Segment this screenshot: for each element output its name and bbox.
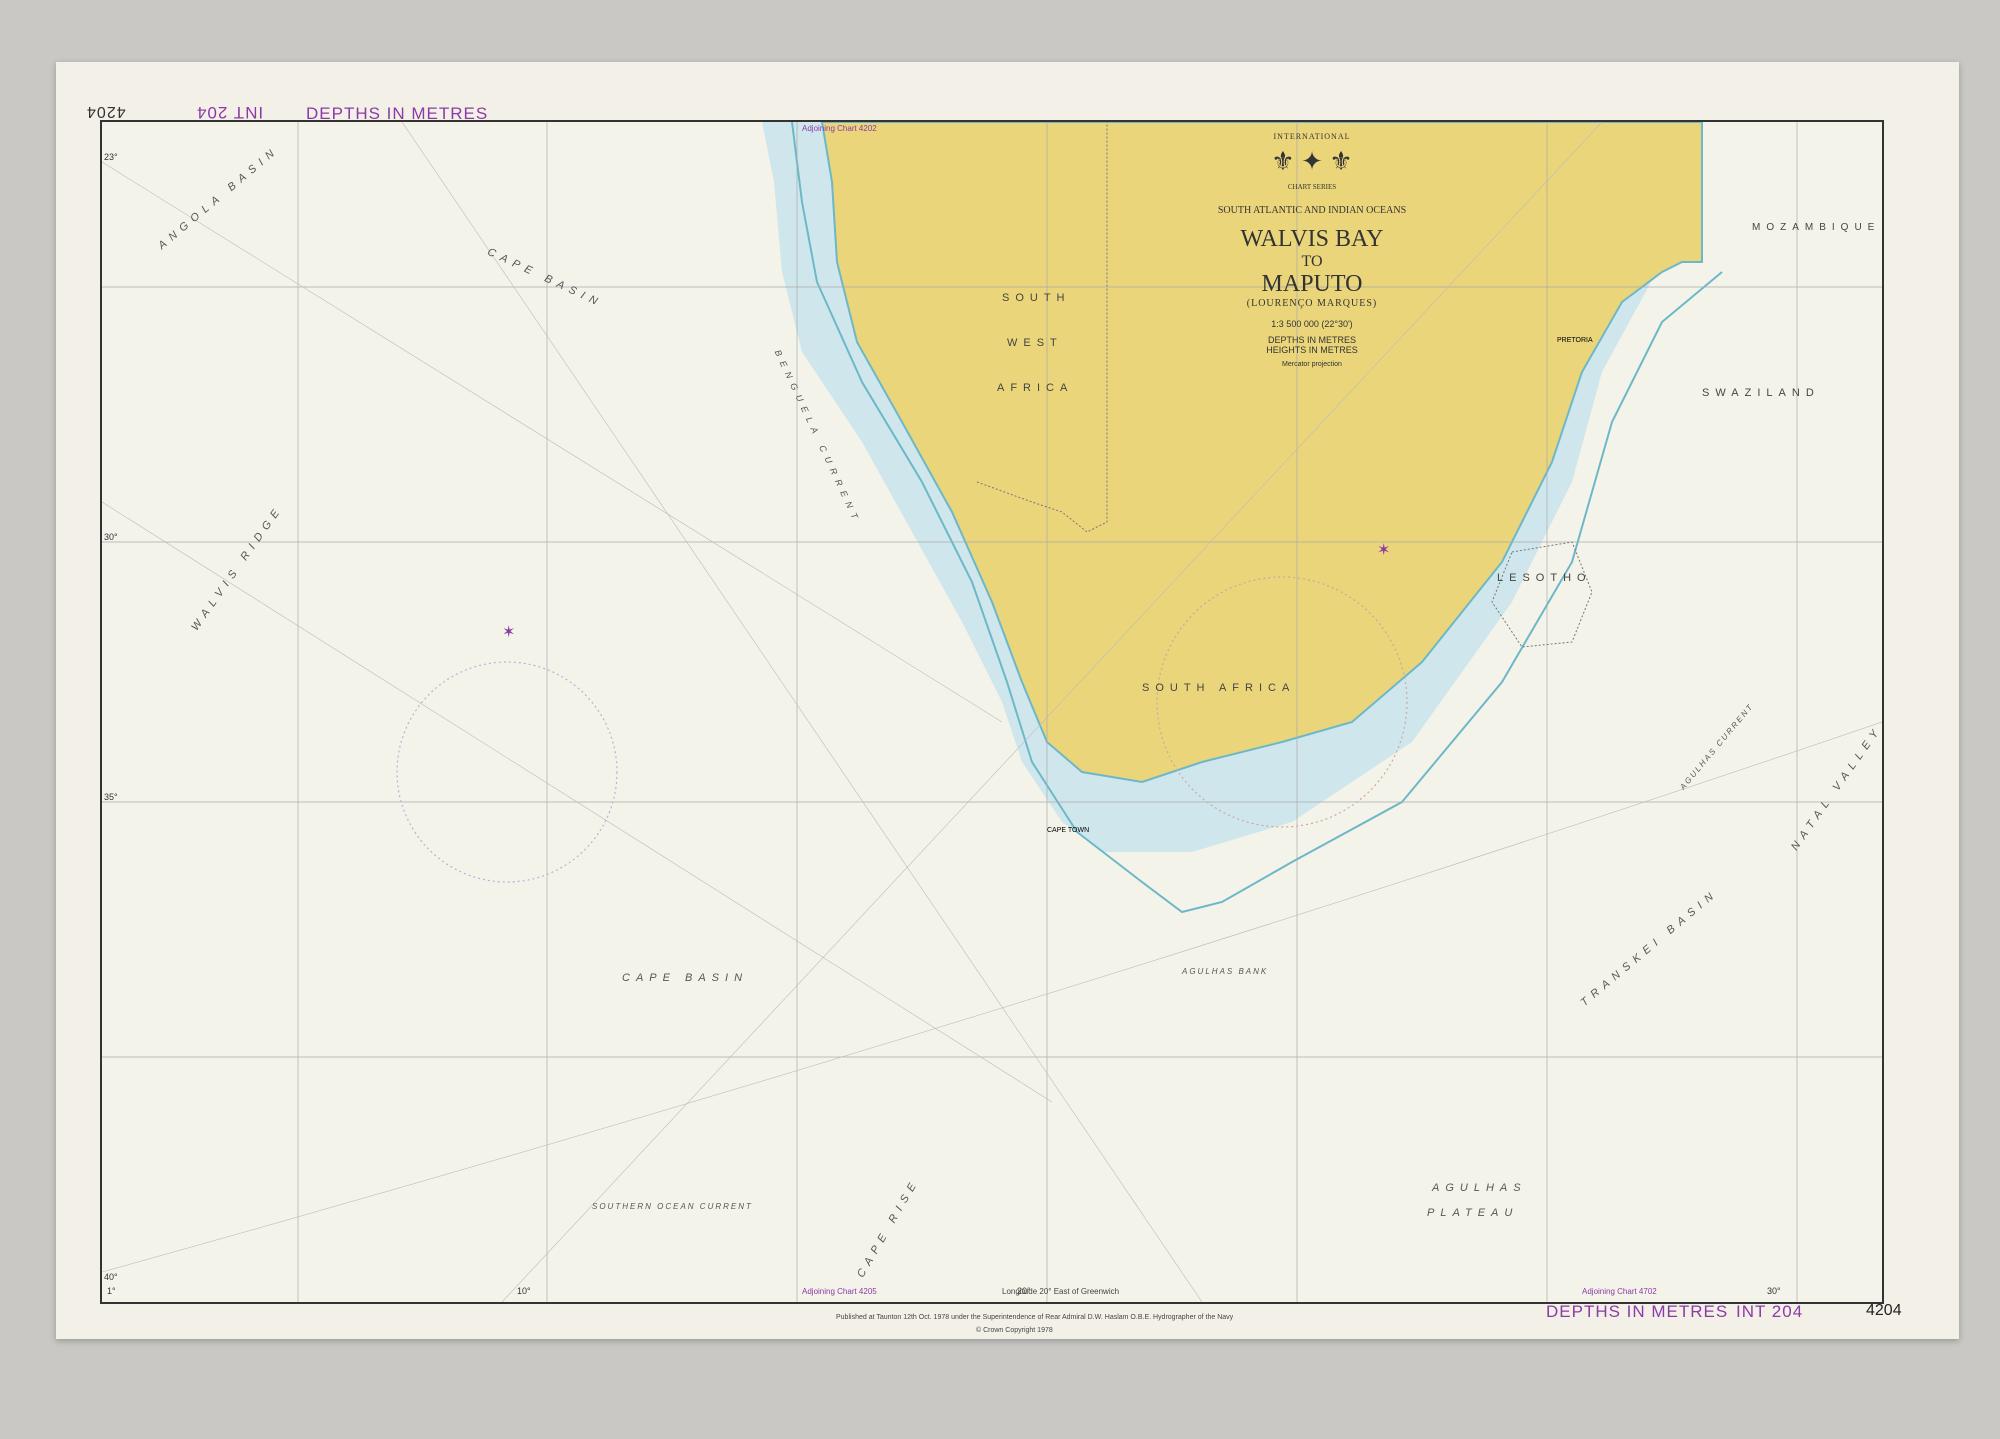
map-canvas [102,122,1882,1302]
lon-label-10: 10° [517,1286,531,1296]
chart-number-footer: 4204 [1866,1302,1902,1319]
int-footer: INT 204 [1736,1302,1804,1321]
compass-star-west-icon: ✶ [502,624,516,641]
title-line-1: WALVIS BAY [1240,226,1384,252]
label-lesotho: LESOTHO [1497,572,1592,584]
lat-label-30: 30° [104,532,118,542]
compass-star-east-icon: ✶ [1377,542,1391,559]
heights-label: HEIGHTS IN METRES [1266,345,1358,355]
adjoining-top: Adjoining Chart 4202 [802,124,877,133]
int-number-rotated: INT 204 [196,103,264,122]
longitude-note: Longitude 20° East of Greenwich [1002,1287,1120,1296]
label-cape-basin-bottom: CAPE BASIN [622,972,749,984]
depths-label: DEPTHS IN METRES [1267,335,1356,345]
compass-rose-west [396,661,618,883]
label-cape-town: CAPE TOWN [1047,827,1090,834]
chart-number-rotated: 4204 [86,103,126,120]
label-agulhas-plateau-2: PLATEAU [1427,1207,1519,1219]
label-agulhas-plateau-1: AGULHAS [1432,1182,1527,1194]
label-swaziland: SWAZILAND [1702,387,1820,399]
copyright-note: © Crown Copyright 1978 [976,1327,1053,1334]
label-pretoria: PRETORIA [1557,337,1593,344]
label-south-africa: SOUTH AFRICA [1142,682,1296,694]
label-agulhas-bank: AGULHAS BANK [1182,967,1269,976]
scale-label: 1:3 500 000 (22°30') [1271,319,1353,329]
region-label: SOUTH ATLANTIC AND INDIAN OCEANS [1217,205,1407,216]
chart-series-label: CHART SERIES [1287,183,1337,191]
title-line-2: MAPUTO [1261,271,1363,297]
series-label: INTERNATIONAL [1273,132,1351,141]
chart-frame: INTERNATIONAL ⚜ ✦ ⚜ CHART SERIES SOUTH A… [100,120,1884,1304]
adjoining-bottom-right: Adjoining Chart 4702 [1582,1287,1657,1296]
lat-label-35: 35° [104,792,118,802]
label-south-1: SOUTH [1002,292,1071,304]
projection-label: Mercator projection [1282,361,1342,368]
subtitle: (LOURENÇO MARQUES) [1246,298,1378,309]
label-mozambique: MOZAMBIQUE [1752,222,1881,233]
lon-label-30: 30° [1767,1286,1781,1296]
lon-label-1: 1° [107,1286,116,1296]
lat-label-40: 40° [104,1272,118,1282]
lat-label-23: 23° [104,152,118,162]
adjoining-bottom-left: Adjoining Chart 4205 [802,1287,877,1296]
label-africa: AFRICA [997,382,1074,394]
title-block: INTERNATIONAL ⚜ ✦ ⚜ CHART SERIES SOUTH A… [1162,132,1462,368]
title-to: TO [1301,253,1323,270]
depths-footer: DEPTHS IN METRES [1546,1302,1729,1321]
label-west: WEST [1007,337,1063,349]
publication-note: Published at Taunton 12th Oct. 1978 unde… [836,1314,1234,1321]
label-southern-ocean-current: SOUTHERN OCEAN CURRENT [592,1202,753,1211]
crest-icon: ⚜ ✦ ⚜ [1271,147,1353,176]
